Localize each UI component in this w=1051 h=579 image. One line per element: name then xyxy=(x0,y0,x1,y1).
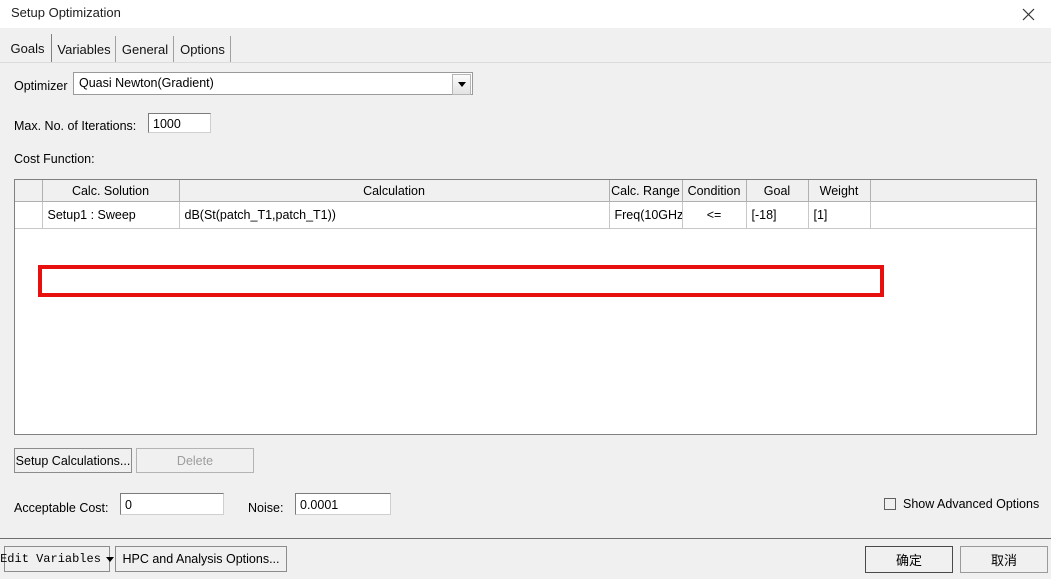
ok-button[interactable]: 确定 xyxy=(865,546,953,573)
column-header-rowselect[interactable] xyxy=(15,180,43,202)
noise-input[interactable] xyxy=(295,493,391,515)
optimizer-select[interactable]: Quasi Newton(Gradient) xyxy=(73,72,473,95)
show-advanced-options-label: Show Advanced Options xyxy=(903,497,1040,511)
edit-variables-label: Edit Variables xyxy=(0,552,101,566)
column-header-calc-solution[interactable]: Calc. Solution xyxy=(42,180,180,202)
column-header-weight[interactable]: Weight xyxy=(808,180,871,202)
show-advanced-options-checkbox[interactable]: Show Advanced Options xyxy=(884,495,1051,513)
acceptable-cost-label: Acceptable Cost: xyxy=(14,501,109,515)
cell-calc-range[interactable]: Freq(10GHz) xyxy=(609,201,683,229)
noise-label: Noise: xyxy=(248,501,284,515)
window-title: Setup Optimization xyxy=(11,5,121,20)
cell-spare xyxy=(870,201,1036,229)
setup-optimization-dialog: Setup Optimization Goals Variables Gener… xyxy=(0,0,1051,579)
edit-variables-button[interactable]: Edit Variables xyxy=(0,546,114,572)
cost-function-table[interactable]: Calc. Solution Calculation Calc. Range C… xyxy=(14,179,1037,435)
close-icon[interactable] xyxy=(1005,0,1051,28)
title-bar: Setup Optimization xyxy=(0,0,1051,29)
column-header-calc-range[interactable]: Calc. Range xyxy=(609,180,683,202)
column-header-condition[interactable]: Condition xyxy=(682,180,747,202)
column-header-calculation[interactable]: Calculation xyxy=(179,180,610,202)
cell-calculation[interactable]: dB(St(patch_T1,patch_T1)) xyxy=(179,201,610,229)
tab-strip: Goals Variables General Options xyxy=(0,28,1051,63)
table-row[interactable]: Setup1 : Sweep dB(St(patch_T1,patch_T1))… xyxy=(15,201,1036,229)
tab-variables[interactable]: Variables xyxy=(53,36,116,62)
setup-calculations-button[interactable]: Setup Calculations... xyxy=(14,448,132,473)
cell-weight[interactable]: [1] xyxy=(808,201,871,229)
tab-goals[interactable]: Goals xyxy=(4,34,52,63)
chevron-down-icon xyxy=(105,556,114,562)
cancel-button[interactable]: 取消 xyxy=(960,546,1048,573)
cost-function-label: Cost Function: xyxy=(14,152,95,166)
row-selector-cell[interactable] xyxy=(15,201,43,229)
cell-goal[interactable]: [-18] xyxy=(746,201,809,229)
table-header-row: Calc. Solution Calculation Calc. Range C… xyxy=(15,180,1036,202)
cell-calc-solution[interactable]: Setup1 : Sweep xyxy=(42,201,180,229)
max-iterations-label: Max. No. of Iterations: xyxy=(14,119,137,133)
hpc-analysis-options-button[interactable]: HPC and Analysis Options... xyxy=(115,546,287,572)
chevron-down-icon[interactable] xyxy=(452,74,471,95)
tab-options[interactable]: Options xyxy=(175,36,231,62)
acceptable-cost-input[interactable] xyxy=(120,493,224,515)
optimizer-label: Optimizer xyxy=(14,79,68,93)
delete-button: Delete xyxy=(136,448,254,473)
column-header-spare xyxy=(870,180,1036,202)
max-iterations-input[interactable] xyxy=(148,113,211,133)
checkbox-icon[interactable] xyxy=(884,498,896,510)
column-header-goal[interactable]: Goal xyxy=(746,180,809,202)
tab-general[interactable]: General xyxy=(117,36,174,62)
goals-panel: Optimizer Quasi Newton(Gradient) Max. No… xyxy=(0,63,1051,538)
optimizer-selected-value: Quasi Newton(Gradient) xyxy=(79,76,214,90)
cell-condition[interactable]: <= xyxy=(682,201,747,229)
